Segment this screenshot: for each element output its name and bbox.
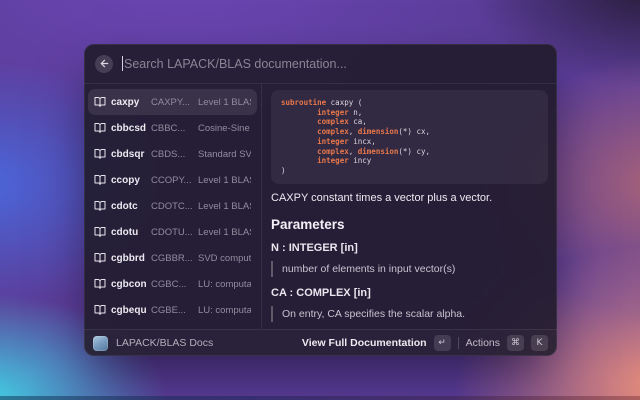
command-key-badge: ⌘ xyxy=(507,335,524,351)
list-item[interactable]: ccopy CCOPY... Level 1 BLAS:... xyxy=(88,167,257,193)
list-item[interactable]: cgbequ CGBE... LU: computati... xyxy=(88,297,257,323)
k-key-badge: K xyxy=(531,335,548,351)
routine-name: cdotu xyxy=(111,227,146,238)
book-open-icon xyxy=(94,174,106,186)
routine-category: Standard SVD... xyxy=(198,149,251,160)
book-open-icon xyxy=(94,122,106,134)
routine-category: Cosine-Sine (... xyxy=(198,123,251,134)
footer-bar: LAPACK/BLAS Docs View Full Documentation… xyxy=(84,329,557,356)
parameters-list: N : INTEGER [in] number of elements in in… xyxy=(271,242,548,322)
list-item[interactable]: cgbbrd CGBBR... SVD computa... xyxy=(88,245,257,271)
code-line: ) xyxy=(281,166,538,176)
routine-summary: CAXPY constant times a vector plus a vec… xyxy=(271,192,548,204)
routine-upper-name: CAXPY... xyxy=(151,97,193,108)
detail-pane: subroutine caxpy ( integer n, complex ca… xyxy=(262,84,557,329)
book-open-icon xyxy=(94,278,106,290)
list-item[interactable]: cdotu CDOTU... Level 1 BLAS:... xyxy=(88,219,257,245)
back-button[interactable] xyxy=(95,55,113,73)
window-body: caxpy CAXPY... Level 1 BLAS:... cbbcsd C… xyxy=(84,84,557,329)
return-key-badge: ↵ xyxy=(434,335,451,351)
routine-name: cgbcon xyxy=(111,279,146,290)
routine-upper-name: CCOPY... xyxy=(151,175,193,186)
book-open-icon xyxy=(94,252,106,264)
parameter-signature: N : INTEGER [in] xyxy=(271,242,548,254)
docs-search-window: caxpy CAXPY... Level 1 BLAS:... cbbcsd C… xyxy=(84,44,557,356)
routine-category: SVD computa... xyxy=(198,253,251,264)
book-open-icon xyxy=(94,226,106,238)
view-full-documentation-button[interactable]: View Full Documentation xyxy=(302,337,427,349)
parameter-signature: CA : COMPLEX [in] xyxy=(271,287,548,299)
code-line: complex ca, xyxy=(281,117,538,127)
code-line: complex, dimension(*) cx, xyxy=(281,127,538,137)
book-open-icon xyxy=(94,304,106,316)
code-line: integer incy xyxy=(281,156,538,166)
code-signature-block: subroutine caxpy ( integer n, complex ca… xyxy=(271,90,548,184)
routine-category: Level 1 BLAS:... xyxy=(198,175,251,186)
screen-bottom-edge xyxy=(0,396,640,400)
routine-category: LU: computati... xyxy=(198,305,251,316)
routine-category: LU: computati... xyxy=(198,279,251,290)
routine-category: Level 1 BLAS:... xyxy=(198,97,251,108)
book-open-icon xyxy=(94,148,106,160)
list-item[interactable]: cbdsqr CBDS... Standard SVD... xyxy=(88,141,257,167)
text-caret xyxy=(122,56,123,71)
routine-upper-name: CDOTC... xyxy=(151,201,193,212)
code-line: subroutine caxpy ( xyxy=(281,98,538,108)
routine-upper-name: CBDS... xyxy=(151,149,193,160)
footer-separator xyxy=(458,337,459,349)
parameter-description: number of elements in input vector(s) xyxy=(271,261,548,277)
app-icon xyxy=(93,336,108,351)
code-line: complex, dimension(*) cy, xyxy=(281,147,538,157)
routine-upper-name: CGBBR... xyxy=(151,253,193,264)
routine-upper-name: CGBE... xyxy=(151,305,193,316)
routine-name: ccopy xyxy=(111,175,146,186)
routine-name: cbdsqr xyxy=(111,149,146,160)
search-bar xyxy=(84,44,557,84)
list-item[interactable]: caxpy CAXPY... Level 1 BLAS:... xyxy=(88,89,257,115)
list-item[interactable]: cbbcsd CBBC... Cosine-Sine (... xyxy=(88,115,257,141)
list-item[interactable]: cgbcon CGBC... LU: computati... xyxy=(88,271,257,297)
routine-category: Level 1 BLAS:... xyxy=(198,227,251,238)
search-input[interactable] xyxy=(124,57,546,71)
list-item[interactable]: cdotc CDOTC... Level 1 BLAS:... xyxy=(88,193,257,219)
footer-actions: View Full Documentation ↵ Actions ⌘ K xyxy=(302,335,548,351)
parameters-heading: Parameters xyxy=(271,217,548,232)
book-open-icon xyxy=(94,200,106,212)
routine-name: cdotc xyxy=(111,201,146,212)
routine-name: cgbequ xyxy=(111,305,146,316)
actions-button[interactable]: Actions xyxy=(466,337,500,349)
code-line: integer incx, xyxy=(281,137,538,147)
results-list: caxpy CAXPY... Level 1 BLAS:... cbbcsd C… xyxy=(84,84,262,329)
parameter-description: On entry, CA specifies the scalar alpha. xyxy=(271,306,548,322)
app-name: LAPACK/BLAS Docs xyxy=(116,337,294,349)
book-open-icon xyxy=(94,96,106,108)
routine-upper-name: CDOTU... xyxy=(151,227,193,238)
search-field-wrap xyxy=(122,56,546,71)
code-line: integer n, xyxy=(281,108,538,118)
routine-category: Level 1 BLAS:... xyxy=(198,201,251,212)
desktop-background: caxpy CAXPY... Level 1 BLAS:... cbbcsd C… xyxy=(0,0,640,400)
routine-upper-name: CBBC... xyxy=(151,123,193,134)
routine-name: caxpy xyxy=(111,97,146,108)
routine-name: cbbcsd xyxy=(111,123,146,134)
routine-upper-name: CGBC... xyxy=(151,279,193,290)
arrow-left-icon xyxy=(99,58,110,69)
routine-name: cgbbrd xyxy=(111,253,146,264)
